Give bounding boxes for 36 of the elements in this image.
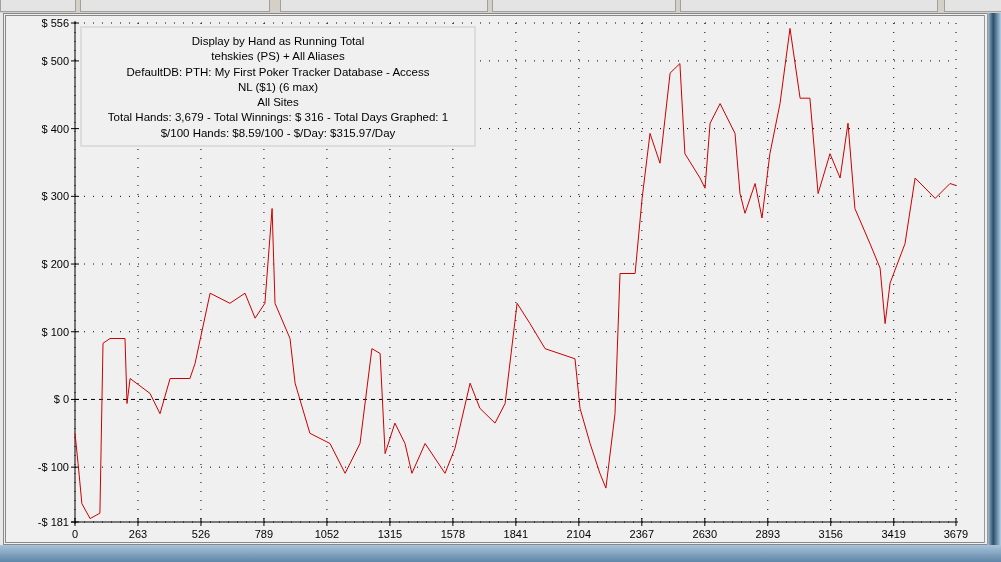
x-tick-label: 3156	[818, 528, 843, 540]
y-tick-label: -$ 100	[37, 461, 69, 474]
x-tick-label: 1841	[503, 528, 529, 540]
y-tick-label: $ 400	[41, 122, 69, 135]
legend-line: Display by Hand as Running Total	[191, 34, 365, 49]
legend-line: All Sites	[257, 95, 299, 111]
legend-line: $/100 Hands: $8.59/100 - $/Day: $315.97/Day	[160, 125, 396, 141]
y-tick-label: $ 556	[41, 17, 69, 29]
tab[interactable]	[0, 0, 76, 12]
y-tick-label: $ 100	[41, 325, 69, 338]
x-tick-label: 1578	[440, 528, 466, 540]
x-tick-label: 1052	[314, 528, 340, 540]
x-tick-label: 2104	[566, 528, 592, 540]
tab[interactable]	[492, 0, 676, 12]
tab[interactable]	[80, 0, 270, 12]
x-tick-label: 526	[191, 528, 211, 540]
y-tick-label: $ 300	[41, 190, 69, 203]
y-tick-label: $ 500	[41, 54, 69, 67]
x-tick-label: 3679	[943, 528, 969, 540]
legend-line: NL ($1) (6 max)	[237, 79, 319, 95]
x-tick-label: 789	[254, 528, 274, 540]
x-tick-label: 2367	[629, 528, 655, 540]
tab[interactable]	[280, 0, 488, 12]
x-tick-label: 1315	[377, 528, 403, 540]
tab[interactable]	[680, 0, 938, 12]
y-tick-label: $ 200	[41, 258, 69, 271]
x-tick-label: 2630	[692, 528, 718, 540]
x-tick-label: 263	[128, 528, 148, 540]
x-tick-label: 2893	[755, 528, 780, 540]
legend-line: DefaultDB: PTH: My First Poker Tracker Database - Access	[126, 64, 430, 80]
x-tick-label: 0	[71, 528, 79, 540]
x-tick-label: 3419	[881, 528, 906, 540]
y-tick-label: $ 0	[53, 393, 69, 406]
legend-line: Total Hands: 3,679 - Total Winnings: $ 316 - Total Days Graphed: 1	[107, 110, 449, 126]
y-tick-label: -$ 181	[37, 516, 69, 528]
legend-line: tehskies (PS) + All Aliases	[211, 49, 345, 65]
